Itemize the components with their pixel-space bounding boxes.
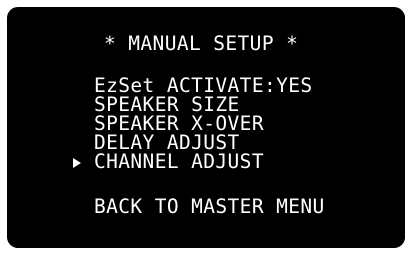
menu-title: * MANUAL SETUP * (104, 32, 299, 55)
osd-screen: * MANUAL SETUP * EzSet ACTIVATE:YES SPEA… (0, 0, 412, 255)
osd-display: * MANUAL SETUP * EzSet ACTIVATE:YES SPEA… (14, 14, 405, 248)
triangle-right-icon (73, 158, 81, 168)
menu-item-channel-adjust[interactable]: CHANNEL ADJUST (94, 152, 264, 172)
back-to-master-menu-item[interactable]: BACK TO MASTER MENU (94, 197, 325, 217)
